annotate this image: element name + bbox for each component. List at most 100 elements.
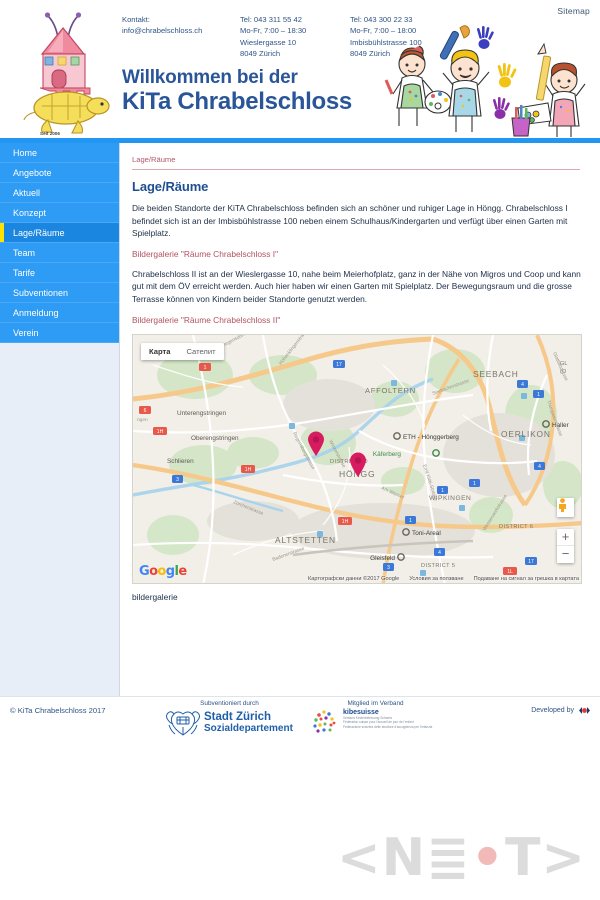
sidebar-item-home[interactable]: Home xyxy=(0,143,119,163)
google-logo-e: e xyxy=(178,563,187,579)
sidebar-item-tarife[interactable]: Tarife xyxy=(0,263,119,283)
sidebar-item-label: Home xyxy=(13,148,38,158)
developed-by-label: Developed by xyxy=(531,707,574,714)
site-footer: © KiTa Chrabelschloss 2017 Subventionier… xyxy=(0,696,600,756)
svg-text:4: 4 xyxy=(538,464,541,470)
svg-text:4: 4 xyxy=(438,550,441,556)
kibesuisse-name: kibesuisse xyxy=(343,709,379,716)
svg-text:1H: 1H xyxy=(245,467,252,473)
stadt-zuerich-line-1: Stadt Zürich xyxy=(204,711,272,723)
google-map[interactable]: 1 6 1H 17 4 3 1H 1H 1 3 4 1 4 1L 17 1 1 … xyxy=(132,333,582,584)
zurich-coat-of-arms-icon xyxy=(166,711,200,736)
google-logo-o2: o xyxy=(157,563,166,579)
svg-text:6: 6 xyxy=(144,408,147,414)
page-title: Lage/Räume xyxy=(132,179,209,194)
map-report-error-link[interactable]: Подаване на сигнал за грешка в картата xyxy=(474,576,579,582)
svg-text:DISTRICT 6: DISTRICT 6 xyxy=(499,524,533,530)
page-body: Home Angebote Aktuell Konzept Lage/Räume… xyxy=(0,143,600,696)
svg-text:SEEBACH: SEEBACH xyxy=(473,369,519,379)
sidebar-item-label: Aktuell xyxy=(13,188,41,198)
sidebar-item-label: Lage/Räume xyxy=(13,228,65,238)
stadt-zuerich-logo[interactable]: Stadt Zürich Sozialdepartement xyxy=(166,709,293,737)
contact-column-1: Kontakt: info@chrabelschloss.ch xyxy=(122,14,240,60)
gallery-link-chrabelschloss-2[interactable]: Bildergalerie "Räume Chrabelschloss II" xyxy=(132,315,584,325)
sidebar-item-team[interactable]: Team xyxy=(0,243,119,263)
map-type-map-button[interactable]: Карта xyxy=(141,343,178,360)
svg-text:DISTRICT 5: DISTRICT 5 xyxy=(421,563,455,569)
svg-text:AFFOLTERN: AFFOLTERN xyxy=(365,386,416,395)
sidebar-item-subventionen[interactable]: Subventionen xyxy=(0,283,119,303)
svg-text:1: 1 xyxy=(204,365,207,371)
sidebar-item-anmeldung[interactable]: Anmeldung xyxy=(0,303,119,323)
subsidy-block: Subventioniert durch Stadt Zürich Sozial… xyxy=(166,700,293,737)
gallery-link-chrabelschloss-1[interactable]: Bildergalerie "Räume Chrabelschloss I" xyxy=(132,249,584,259)
street-view-pegman-button[interactable] xyxy=(557,497,574,517)
kibesuisse-text: kibesuisse Verband Kinderbetreuung Schwe… xyxy=(343,709,439,729)
sidebar-item-konzept[interactable]: Konzept xyxy=(0,203,119,223)
net-watermark-logo: <N≣•T> xyxy=(337,828,586,888)
svg-text:3: 3 xyxy=(387,565,390,571)
location2-street: Wieslergasse 10 xyxy=(240,37,297,47)
svg-text:17: 17 xyxy=(336,362,342,368)
svg-text:1: 1 xyxy=(537,392,540,398)
watermark-dot: • xyxy=(470,828,505,888)
welcome-line-1: Willkommen bei der xyxy=(122,67,298,88)
watermark-mid: ≣ xyxy=(426,828,471,888)
sidebar-item-lage-raeume[interactable]: Lage/Räume xyxy=(0,223,119,243)
sidebar-item-label: Konzept xyxy=(13,208,47,218)
developer-logo-icon xyxy=(579,707,590,714)
logo-since-label: Seit 2006 xyxy=(40,131,60,136)
welcome-title: Willkommen bei der KiTa Chrabelschloss xyxy=(122,67,352,115)
map-copyright-text: Картографски данни ©2017 Google xyxy=(308,575,400,582)
sidebar-item-aktuell[interactable]: Aktuell xyxy=(0,183,119,203)
google-logo[interactable]: Google xyxy=(139,564,187,579)
location2-hours: Mo-Fr, 7:00 – 18:30 xyxy=(240,26,307,36)
svg-text:1H: 1H xyxy=(342,519,349,525)
developed-by-block[interactable]: Developed by xyxy=(531,706,590,715)
contact-column-2: Tel: 043 311 55 42 Mo-Fr, 7:00 – 18:30 W… xyxy=(240,14,350,60)
map-zoom-in-button[interactable]: + xyxy=(557,529,574,546)
svg-text:OERLIKON: OERLIKON xyxy=(501,429,551,439)
sidebar: Home Angebote Aktuell Konzept Lage/Räume… xyxy=(0,143,120,696)
svg-text:3: 3 xyxy=(176,477,179,483)
location2-tel: Tel: 043 311 55 42 xyxy=(240,15,302,24)
sidebar-item-label: Tarife xyxy=(13,268,36,278)
sidebar-item-label: Anmeldung xyxy=(13,308,59,318)
watermark-right: T> xyxy=(504,828,586,888)
svg-text:ETH - Hönggerberg: ETH - Hönggerberg xyxy=(403,434,459,441)
sidebar-item-angebote[interactable]: Angebote xyxy=(0,163,119,183)
map-zoom-control[interactable]: + − xyxy=(557,528,574,563)
page-root: Sitemap Seit 2006 Kontakt: info@chrabels… xyxy=(0,0,600,900)
sidebar-item-label: Team xyxy=(13,248,36,258)
breadcrumb-divider xyxy=(132,169,580,170)
svg-text:Toni-Areal: Toni-Areal xyxy=(412,530,441,537)
map-terms-link[interactable]: Условия за ползване xyxy=(409,576,463,582)
gallery-caption: bildergalerie xyxy=(132,591,178,602)
contact-label: Kontakt: xyxy=(122,15,150,24)
svg-text:1: 1 xyxy=(473,481,476,487)
map-zoom-out-button[interactable]: − xyxy=(557,546,574,563)
map-type-control[interactable]: Карта Сателит xyxy=(141,342,224,360)
contact-email[interactable]: info@chrabelschloss.ch xyxy=(122,25,240,36)
sidebar-item-verein[interactable]: Verein xyxy=(0,323,119,343)
stadt-zuerich-line-2: Sozialdepartement xyxy=(204,723,293,734)
membership-label: Mitglied im Verband xyxy=(347,700,404,707)
location2-city: 8049 Zürich xyxy=(240,49,281,59)
kibesuisse-logo[interactable]: kibesuisse Verband Kinderbetreuung Schwe… xyxy=(312,709,439,735)
subsidy-label: Subventioniert durch xyxy=(200,700,259,707)
welcome-line-2: KiTa Chrabelschloss xyxy=(122,87,352,115)
svg-text:1: 1 xyxy=(441,488,444,494)
google-logo-g: G xyxy=(139,563,150,579)
svg-text:17: 17 xyxy=(528,559,534,565)
castle-logo xyxy=(18,8,114,136)
map-type-satellite-button[interactable]: Сателит xyxy=(178,343,223,360)
svg-text:1H: 1H xyxy=(157,429,164,435)
membership-block: Mitglied im Verband kibesuisse Verband K… xyxy=(312,700,439,735)
breadcrumb[interactable]: Lage/Räume xyxy=(128,153,584,164)
svg-text:Oberengstringen: Oberengstringen xyxy=(191,435,239,442)
map-attribution: Картографски данни ©2017 Google Условия … xyxy=(308,576,579,582)
svg-text:Schlieren: Schlieren xyxy=(167,458,194,465)
svg-text:ALTSTETTEN: ALTSTETTEN xyxy=(275,535,336,545)
sitemap-link[interactable]: Sitemap xyxy=(557,6,590,16)
pegman-icon xyxy=(559,497,566,512)
